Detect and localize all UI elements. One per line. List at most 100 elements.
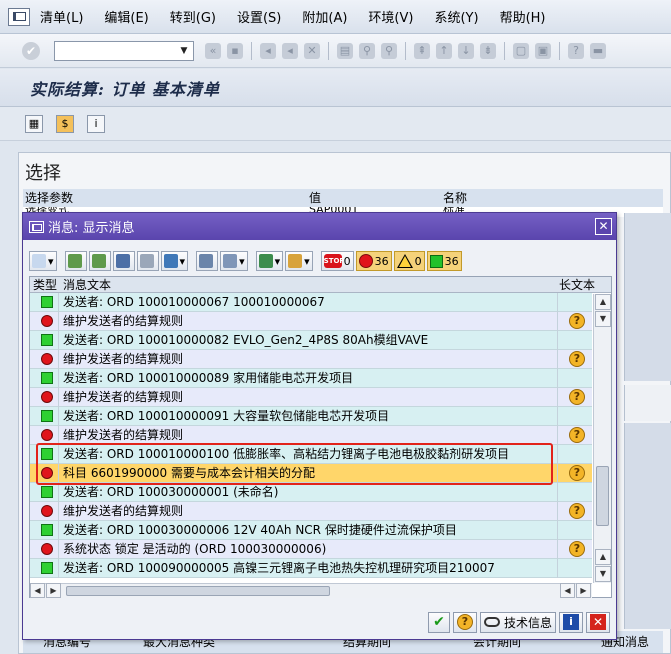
message-row[interactable]: 科目 6601990000 需要与成本会计相关的分配? (30, 464, 592, 483)
details-button[interactable]: ▾ (29, 251, 57, 271)
next-page-icon[interactable]: ↓ (458, 42, 474, 59)
message-row[interactable]: 发送者: ORD 100010000067 100010000067 (30, 293, 592, 312)
type-cell (30, 388, 59, 407)
scroll-left-icon[interactable]: ◀ (30, 583, 45, 598)
column-longtext[interactable]: 长文本 (559, 277, 595, 293)
settlement-icon[interactable]: $ (56, 114, 74, 133)
back-double-icon[interactable]: « (205, 42, 221, 59)
horizontal-scroll-thumb[interactable] (66, 586, 330, 596)
message-row[interactable]: 发送者: ORD 100090000005 高镍三元锂离子电池热失控机理研究项目… (30, 559, 592, 578)
column-type[interactable]: 类型 (33, 277, 57, 293)
shortcut-icon[interactable]: ▣ (535, 42, 551, 59)
scroll-left-small-icon[interactable]: ◀ (560, 583, 575, 598)
view-button[interactable]: ▾ (220, 251, 248, 271)
menu-edit[interactable]: 编辑(E) (104, 7, 148, 26)
info-icon[interactable]: i (87, 114, 105, 133)
previous-page-icon[interactable]: ↑ (436, 42, 452, 59)
message-row[interactable]: 维护发送者的结算规则? (30, 350, 592, 369)
exit-icon[interactable]: ◂ (282, 42, 298, 59)
menu-settings[interactable]: 设置(S) (237, 7, 281, 26)
help-button[interactable]: ? (452, 611, 477, 633)
command-input[interactable] (55, 41, 173, 60)
horizontal-scrollbar[interactable]: ◀ ▶ ◀ ▶ (30, 583, 592, 598)
menu-help[interactable]: 帮助(H) (500, 7, 546, 26)
help-icon[interactable]: ? (568, 42, 584, 59)
new-session-icon[interactable]: ▢ (513, 42, 529, 59)
message-row[interactable]: 发送者: ORD 100030000006 12V 40Ah NCR 保时捷硬件… (30, 521, 592, 540)
layout-button[interactable]: ▾ (285, 251, 313, 271)
vertical-scrollbar[interactable]: ▲ ▼ ▲ ▼ (593, 294, 611, 583)
message-row[interactable]: 系统状态 锁定 是活动的 (ORD 100030000006)? (30, 540, 592, 559)
scroll-thumb[interactable] (596, 466, 609, 526)
error-status-icon (41, 315, 53, 327)
sort-descending-button[interactable] (88, 251, 111, 271)
scroll-up-small-icon[interactable]: ▲ (595, 549, 611, 565)
layout-grid-icon[interactable]: ▦ (25, 114, 43, 133)
window-menu-icon[interactable] (8, 7, 30, 26)
back-icon[interactable]: ◂ (260, 42, 276, 59)
menu-environment[interactable]: 环境(V) (368, 7, 413, 26)
message-row[interactable]: 发送者: ORD 100010000100 低膨胀率、高粘结力锂离子电池电极胶黏… (30, 445, 592, 464)
first-page-icon[interactable]: ⇞ (414, 42, 430, 59)
menu-extras[interactable]: 附加(A) (302, 7, 347, 26)
message-row[interactable]: 发送者: ORD 100030000001 (未命名) (30, 483, 592, 502)
longtext-help-icon[interactable]: ? (569, 503, 585, 519)
longtext-help-icon[interactable]: ? (569, 389, 585, 405)
menu-list[interactable]: 清单(L) (40, 7, 83, 26)
find-button[interactable] (112, 251, 135, 271)
message-row[interactable]: 发送者: ORD 100010000082 EVLO_Gen2_4P8S 80A… (30, 331, 592, 350)
cancel-icon[interactable]: ✕ (304, 42, 320, 59)
save-icon[interactable]: ▪ (227, 42, 243, 59)
scroll-down-small-icon[interactable]: ▼ (595, 311, 611, 327)
longtext-help-icon[interactable]: ? (569, 465, 585, 481)
cancel-button[interactable]: ✕ (586, 611, 610, 633)
message-rows: 发送者: ORD 100010000067 100010000067 维护发送者的… (30, 293, 592, 583)
success-status-icon (41, 372, 53, 384)
technical-info-button[interactable]: 技术信息 (479, 611, 556, 633)
message-row[interactable]: 维护发送者的结算规则? (30, 312, 592, 331)
command-field[interactable]: ▼ (54, 40, 194, 61)
longtext-help-icon[interactable]: ? (569, 351, 585, 367)
scroll-down-icon[interactable]: ▼ (595, 566, 611, 582)
error-status-icon (41, 505, 53, 517)
scroll-right-icon[interactable]: ▶ (576, 583, 591, 598)
last-page-icon[interactable]: ⇟ (480, 42, 496, 59)
longtext-help-icon[interactable]: ? (569, 313, 585, 329)
success-count-button[interactable]: 36 (426, 251, 462, 271)
close-icon[interactable]: ✕ (595, 218, 612, 235)
error-icon (358, 254, 373, 268)
filter-button[interactable]: ▾ (160, 251, 189, 271)
scroll-up-icon[interactable]: ▲ (595, 294, 611, 310)
find-next-icon[interactable]: ⚲ (381, 42, 397, 59)
chevron-down-icon[interactable]: ▼ (175, 42, 193, 60)
message-row[interactable]: 发送者: ORD 100010000089 家用储能电芯开发项目 (30, 369, 592, 388)
print-button[interactable] (196, 251, 219, 271)
longtext-help-icon[interactable]: ? (569, 541, 585, 557)
stop-count-button[interactable]: STOP 0 (320, 251, 354, 271)
menu-system[interactable]: 系统(Y) (434, 7, 478, 26)
find-next-button[interactable] (136, 251, 159, 271)
message-row[interactable]: 维护发送者的结算规则? (30, 388, 592, 407)
column-message-text[interactable]: 消息文本 (63, 277, 111, 293)
sort-ascending-button[interactable] (64, 251, 87, 271)
export-button[interactable]: ▾ (255, 251, 284, 271)
message-row[interactable]: 维护发送者的结算规则? (30, 502, 592, 521)
warning-count-button[interactable]: 0 (393, 251, 425, 271)
message-row[interactable]: 维护发送者的结算规则? (30, 426, 592, 445)
error-count-button[interactable]: 36 (355, 251, 392, 271)
scroll-right-small-icon[interactable]: ▶ (46, 583, 61, 598)
application-toolbar: ▦ $ i (0, 107, 671, 141)
menu-goto[interactable]: 转到(G) (170, 7, 216, 26)
find-icon[interactable]: ⚲ (359, 42, 375, 59)
longtext-cell (557, 293, 592, 312)
type-cell (30, 407, 59, 426)
print-icon[interactable]: ▤ (337, 42, 353, 59)
dialog-title: 消息: 显示消息 (48, 221, 135, 236)
layout-icon[interactable]: ▬ (590, 42, 606, 59)
longtext-cell (557, 559, 592, 578)
enter-check-icon[interactable]: ✔ (22, 41, 40, 60)
continue-button[interactable]: ✔ (427, 611, 450, 633)
info-button[interactable]: i (559, 611, 583, 633)
message-row[interactable]: 发送者: ORD 100010000091 大容量软包储能电芯开发项目 (30, 407, 592, 426)
longtext-help-icon[interactable]: ? (569, 427, 585, 443)
